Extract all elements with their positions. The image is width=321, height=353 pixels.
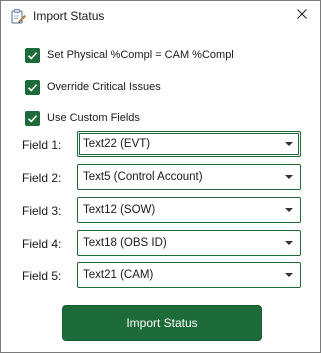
window-title: Import Status [33, 9, 105, 23]
dropdown-arrow-icon [285, 241, 293, 245]
checkbox-override-critical-issues[interactable] [25, 79, 40, 95]
option-label: Use Custom Fields [47, 112, 140, 124]
field-2-label: Field 2: [22, 171, 62, 185]
field-3-value: Text12 (SOW) [83, 204, 156, 216]
dropdown-arrow-icon [285, 273, 293, 277]
option-override-critical-issues[interactable]: Override Critical Issues [25, 79, 161, 95]
checkmark-icon [27, 83, 38, 92]
field-4-select[interactable]: Text18 (OBS ID) [77, 230, 301, 256]
field-1-value: Text22 (EVT) [83, 138, 151, 150]
field-5-value: Text21 (CAM) [83, 269, 154, 281]
field-3-label: Field 3: [22, 204, 62, 218]
field-1-label: Field 1: [22, 138, 62, 152]
close-icon [296, 7, 308, 25]
field-5-select[interactable]: Text21 (CAM) [77, 262, 301, 288]
dropdown-arrow-icon [285, 175, 293, 179]
field-1-select[interactable]: Text22 (EVT) [77, 131, 301, 157]
checkmark-icon [27, 114, 38, 123]
title-bar: Import Status [1, 1, 320, 33]
field-4-value: Text18 (OBS ID) [83, 237, 167, 249]
close-button[interactable] [288, 5, 316, 27]
checkbox-use-custom-fields[interactable] [25, 110, 40, 126]
field-3-select[interactable]: Text12 (SOW) [77, 197, 301, 223]
option-use-custom-fields[interactable]: Use Custom Fields [25, 110, 140, 126]
import-status-button[interactable]: Import Status [62, 305, 262, 341]
checkmark-icon [27, 51, 38, 60]
import-status-dialog: Import Status Set Physical %Compl = CAM … [0, 0, 321, 353]
dropdown-arrow-icon [285, 142, 293, 146]
field-2-value: Text5 (Control Account) [83, 171, 203, 183]
option-set-physical-compl[interactable]: Set Physical %Compl = CAM %Compl [25, 47, 234, 63]
field-5-label: Field 5: [22, 269, 62, 283]
option-label: Set Physical %Compl = CAM %Compl [47, 49, 234, 61]
checkbox-set-physical-compl[interactable] [25, 47, 40, 63]
dropdown-arrow-icon [285, 208, 293, 212]
field-4-label: Field 4: [22, 237, 62, 251]
option-label: Override Critical Issues [47, 81, 161, 93]
field-2-select[interactable]: Text5 (Control Account) [77, 164, 301, 190]
clipboard-pen-icon [10, 8, 26, 24]
